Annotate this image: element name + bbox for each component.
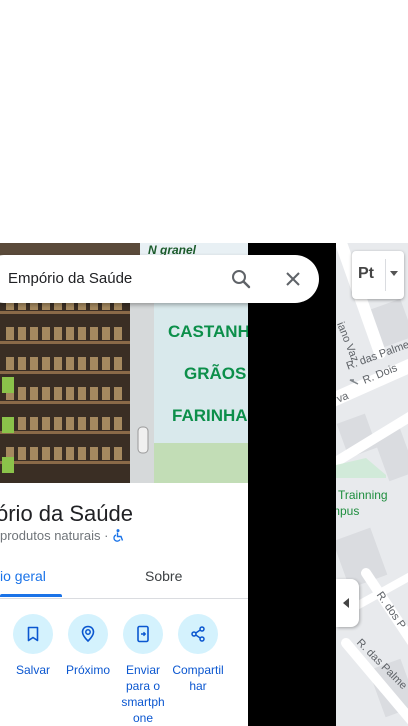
collapse-panel-button[interactable] <box>336 579 359 627</box>
nearby-label: Próximo <box>65 663 110 677</box>
layer-label: Pt <box>358 265 374 282</box>
search-input[interactable] <box>8 255 208 303</box>
layer-divider <box>385 259 386 291</box>
tab-about[interactable]: Sobre <box>145 568 182 584</box>
map-poi-label[interactable]: mpus <box>336 504 359 518</box>
chevron-left-icon <box>343 598 349 608</box>
nearby-icon <box>68 614 108 654</box>
send-to-phone-icon <box>123 614 163 654</box>
save-button[interactable]: Salvar <box>5 614 61 678</box>
share-icon <box>178 614 218 654</box>
window-text-graos: GRÃOS <box>184 363 246 383</box>
search-icon[interactable] <box>229 267 253 291</box>
save-label: Salvar <box>15 663 50 677</box>
subtitle-separator: · <box>104 528 109 543</box>
close-icon[interactable] <box>281 267 305 291</box>
chevron-down-icon[interactable] <box>390 271 398 276</box>
map-layer-button[interactable]: Pt <box>352 251 404 299</box>
tabs-divider <box>0 598 248 599</box>
send-to-phone-button[interactable]: Enviar para o smartphone <box>115 614 171 726</box>
place-details-panel: ório da Saúde produtos naturais · io ger… <box>0 483 248 726</box>
share-label: Compartilhar <box>172 663 224 693</box>
map-poi-label[interactable]: Trainning <box>338 488 388 502</box>
wheelchair-icon <box>112 528 124 543</box>
place-category[interactable]: produtos naturais <box>0 528 100 543</box>
map-canvas[interactable]: R. das Palme iano Vaz R. Dois va R. dos … <box>336 243 408 726</box>
window-text-castanhas: CASTANHAS <box>168 322 248 341</box>
active-tab-indicator <box>0 594 62 597</box>
nearby-button[interactable]: Próximo <box>60 614 116 678</box>
place-subtitle: produtos naturais · <box>0 528 124 543</box>
tab-overview[interactable]: io geral <box>0 568 46 584</box>
share-button[interactable]: Compartilhar <box>170 614 226 694</box>
window-text-farinhas: FARINHAS <box>172 406 248 425</box>
search-box <box>0 255 319 303</box>
bookmark-icon <box>13 614 53 654</box>
place-title: ório da Saúde <box>0 501 133 526</box>
send-to-phone-label: Enviar para o smartphone <box>121 663 165 725</box>
panel-gap <box>248 243 336 726</box>
